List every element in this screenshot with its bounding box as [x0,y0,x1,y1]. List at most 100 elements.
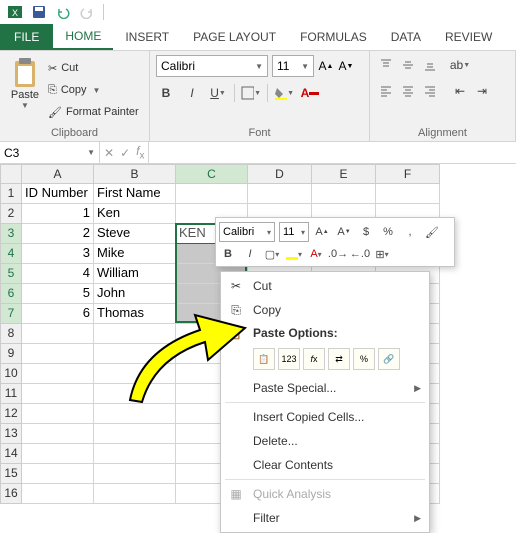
cell-B8[interactable] [94,324,176,344]
mini-fontcolor-icon[interactable]: A▾ [307,244,325,264]
cell-A5[interactable]: 4 [22,264,94,284]
mini-fill-icon[interactable]: ▾ [285,244,303,264]
cell-B12[interactable] [94,404,176,424]
cell-A3[interactable]: 2 [22,224,94,244]
row-header-12[interactable]: 12 [0,404,22,424]
align-center-icon[interactable] [398,81,418,101]
cell-F1[interactable] [376,184,440,204]
align-middle-icon[interactable] [398,55,418,75]
cell-C1[interactable] [176,184,248,204]
mini-format-painter-icon[interactable]: 🖌 [423,222,441,242]
italic-button[interactable]: I [182,83,202,103]
indent-increase-icon[interactable]: ⇥ [472,81,492,101]
row-header-13[interactable]: 13 [0,424,22,444]
redo-icon[interactable] [76,2,98,22]
cell-A13[interactable] [22,424,94,444]
mini-dec-decimal-icon[interactable]: ←.0 [351,244,369,264]
cell-B13[interactable] [94,424,176,444]
enter-icon[interactable]: ✓ [120,146,130,160]
row-header-16[interactable]: 16 [0,484,22,504]
mini-border-icon[interactable]: ▢▾ [263,244,281,264]
ctx-clear-contents[interactable]: Clear Contents [221,453,429,477]
undo-icon[interactable] [52,2,74,22]
ctx-filter[interactable]: Filter▶ [221,506,429,530]
shrink-font-icon[interactable]: A▼ [338,56,354,76]
orientation-icon[interactable]: ab▼ [450,55,470,75]
border-button[interactable]: ▼ [241,83,261,103]
bold-button[interactable]: B [156,83,176,103]
mini-bold-icon[interactable]: B [219,244,237,264]
mini-font-select[interactable]: Calibri▾ [219,222,275,242]
cell-B7[interactable]: Thomas [94,304,176,324]
row-header-11[interactable]: 11 [0,384,22,404]
row-header-9[interactable]: 9 [0,344,22,364]
mini-percent-icon[interactable]: % [379,222,397,242]
formula-input[interactable] [149,142,516,163]
ctx-copy[interactable]: ⎘Copy [221,298,429,322]
cell-B3[interactable]: Steve [94,224,176,244]
cell-A1[interactable]: ID Number [22,184,94,204]
cell-A15[interactable] [22,464,94,484]
ctx-cut[interactable]: ✂Cut [221,274,429,298]
tab-formulas[interactable]: FORMULAS [288,24,379,50]
paste-button[interactable]: Paste ▼ [6,55,44,125]
cell-B10[interactable] [94,364,176,384]
cell-B14[interactable] [94,444,176,464]
tab-data[interactable]: DATA [379,24,433,50]
font-family-select[interactable]: Calibri▼ [156,55,268,77]
cell-B4[interactable]: Mike [94,244,176,264]
cancel-icon[interactable]: ✕ [104,146,114,160]
cell-B11[interactable] [94,384,176,404]
row-header-4[interactable]: 4 [0,244,22,264]
font-size-select[interactable]: 11▼ [272,55,314,77]
ctx-paste-special[interactable]: Paste Special...▶ [221,376,429,400]
align-bottom-icon[interactable] [420,55,440,75]
col-header-B[interactable]: B [94,164,176,184]
row-header-10[interactable]: 10 [0,364,22,384]
row-header-14[interactable]: 14 [0,444,22,464]
cell-A10[interactable] [22,364,94,384]
paste-formulas-icon[interactable]: fx [303,348,325,370]
cell-A11[interactable] [22,384,94,404]
indent-decrease-icon[interactable]: ⇤ [450,81,470,101]
cut-button[interactable]: ✂Cut [48,58,139,78]
cell-B1[interactable]: First Name [94,184,176,204]
cell-B15[interactable] [94,464,176,484]
fx-icon[interactable]: fx [136,144,144,161]
cell-A14[interactable] [22,444,94,464]
col-header-D[interactable]: D [248,164,312,184]
mini-size-select[interactable]: 11▾ [279,222,309,242]
row-header-3[interactable]: 3 [0,224,22,244]
align-top-icon[interactable] [376,55,396,75]
row-header-15[interactable]: 15 [0,464,22,484]
col-header-E[interactable]: E [312,164,376,184]
mini-italic-icon[interactable]: I [241,244,259,264]
cell-A16[interactable] [22,484,94,504]
col-header-C[interactable]: C [176,164,248,184]
mini-merge-icon[interactable]: ⊞▾ [373,244,391,264]
mini-inc-decimal-icon[interactable]: .0→ [329,244,347,264]
row-header-6[interactable]: 6 [0,284,22,304]
tab-page-layout[interactable]: PAGE LAYOUT [181,24,288,50]
row-header-7[interactable]: 7 [0,304,22,324]
row-header-8[interactable]: 8 [0,324,22,344]
tab-home[interactable]: HOME [53,24,113,50]
cell-A12[interactable] [22,404,94,424]
mini-comma-icon[interactable]: , [401,222,419,242]
ctx-insert-copied[interactable]: Insert Copied Cells... [221,405,429,429]
align-left-icon[interactable] [376,81,396,101]
cell-A4[interactable]: 3 [22,244,94,264]
row-header-1[interactable]: 1 [0,184,22,204]
row-header-5[interactable]: 5 [0,264,22,284]
format-painter-button[interactable]: 🖌Format Painter [48,102,139,122]
row-header-2[interactable]: 2 [0,204,22,224]
paste-transpose-icon[interactable]: ⇄ [328,348,350,370]
paste-all-icon[interactable]: 📋 [253,348,275,370]
cell-A8[interactable] [22,324,94,344]
select-all-corner[interactable] [0,164,22,184]
save-icon[interactable] [28,2,50,22]
tab-file[interactable]: FILE [0,24,53,50]
tab-insert[interactable]: INSERT [113,24,181,50]
cell-A7[interactable]: 6 [22,304,94,324]
cell-B6[interactable]: John [94,284,176,304]
